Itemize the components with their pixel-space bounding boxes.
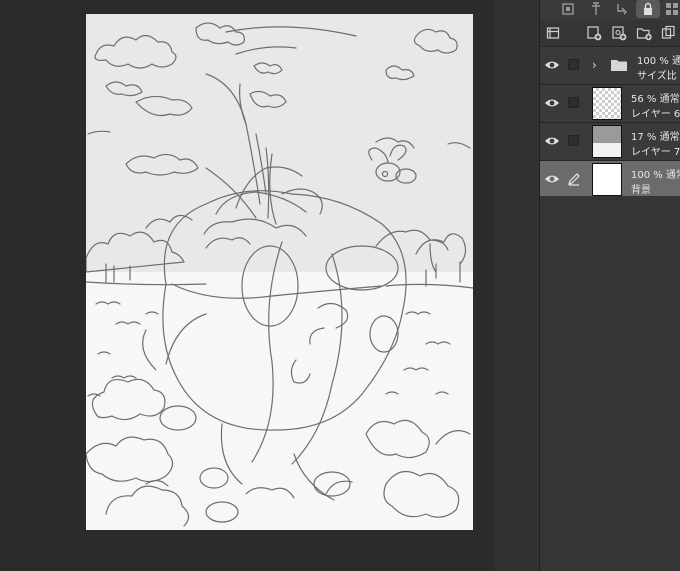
layer-list-empty-area[interactable] [540, 196, 680, 571]
artboard[interactable] [86, 14, 473, 530]
layer-thumbnail [592, 125, 622, 158]
chevron-right-icon[interactable]: › [592, 56, 602, 74]
layer-select-checkbox[interactable] [568, 59, 579, 70]
layer-name: レイヤー 6 [631, 109, 680, 120]
lock-icon[interactable] [636, 0, 660, 18]
eye-icon[interactable] [544, 96, 560, 110]
canvas-area[interactable] [0, 0, 495, 571]
layer-opacity-blend: 100 % 通常 [637, 56, 680, 67]
eye-icon[interactable] [544, 134, 560, 148]
clip-icon[interactable] [610, 0, 634, 18]
eye-icon[interactable] [544, 58, 560, 72]
layer-name: 背景 [631, 185, 651, 196]
layer-select-checkbox[interactable] [568, 97, 579, 108]
new-vector-layer-icon[interactable] [610, 24, 628, 42]
panel-gutter [495, 0, 539, 571]
eye-icon[interactable] [544, 172, 560, 186]
new-raster-layer-icon[interactable] [585, 24, 603, 42]
layer-list: › 100 % 通常 サイズ比 56 % 通常 レイヤー 6 17 % 通常 レ… [540, 47, 680, 199]
sketch-drawing [86, 14, 473, 530]
layer-name: サイズ比 [637, 71, 677, 82]
layers-panel: › 100 % 通常 サイズ比 56 % 通常 レイヤー 6 17 % 通常 レ… [539, 0, 680, 571]
layer-opacity-blend: 100 % 通常 [631, 170, 680, 181]
pen-icon [568, 173, 580, 186]
layer-thumbnail [592, 87, 622, 120]
layer-list-icon[interactable] [544, 24, 562, 42]
layer-row-folder[interactable]: › 100 % 通常 サイズ比 [540, 47, 680, 85]
folder-icon [611, 60, 627, 71]
reference-icon[interactable] [660, 0, 680, 18]
transform-icon[interactable] [584, 0, 608, 18]
duplicate-layer-icon[interactable] [660, 24, 678, 42]
layer-name: レイヤー 7 [631, 147, 680, 158]
layer-thumbnail [592, 163, 622, 196]
layer-toolbar [540, 20, 680, 47]
layer-row-6[interactable]: 56 % 通常 レイヤー 6 [540, 85, 680, 123]
layer-row-7[interactable]: 17 % 通常 レイヤー 7 [540, 123, 680, 161]
layer-opacity-blend: 17 % 通常 [631, 132, 680, 143]
layer-property-icon[interactable] [556, 0, 580, 18]
layer-opacity-blend: 56 % 通常 [631, 94, 680, 105]
layer-row-background[interactable]: 100 % 通常 背景 [540, 161, 680, 199]
layer-top-toolbar [540, 0, 680, 20]
new-folder-icon[interactable] [635, 24, 653, 42]
layer-select-checkbox[interactable] [568, 135, 579, 146]
